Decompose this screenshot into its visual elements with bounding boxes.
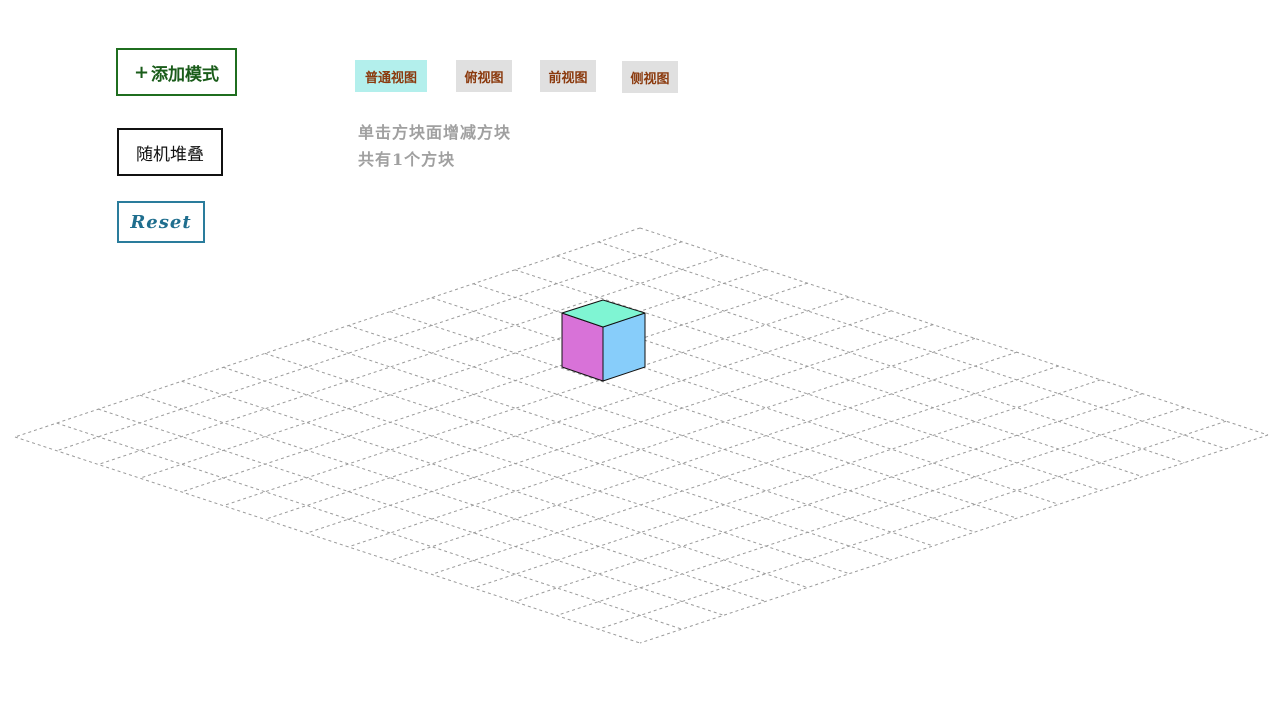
grid-line (56, 422, 683, 630)
grid-line (181, 380, 808, 589)
grid-line (598, 241, 1227, 450)
cube-group[interactable] (561, 299, 646, 382)
grid-line (223, 366, 850, 575)
grid-line (14, 436, 641, 644)
grid-line (264, 352, 892, 561)
grid-line (223, 296, 850, 507)
grid-line (14, 227, 641, 438)
grid-line (139, 268, 766, 479)
grid-line (389, 311, 1017, 519)
isometric-scene[interactable] (0, 0, 1280, 720)
grid-line (181, 282, 808, 493)
grid-line (556, 255, 1185, 464)
grid-line (431, 365, 1059, 575)
grid-line (98, 408, 724, 616)
grid-line (556, 406, 1185, 617)
grid-line (514, 393, 1143, 603)
grid-line (389, 351, 1017, 562)
grid-line (348, 325, 976, 533)
grid-line (348, 337, 976, 548)
grid-line (473, 379, 1101, 589)
ground-grid (14, 227, 1269, 644)
grid-line (639, 434, 1269, 644)
grid-line (639, 227, 1269, 436)
grid-line (598, 420, 1227, 630)
grid-line (431, 297, 1059, 505)
grid-line (139, 394, 766, 602)
